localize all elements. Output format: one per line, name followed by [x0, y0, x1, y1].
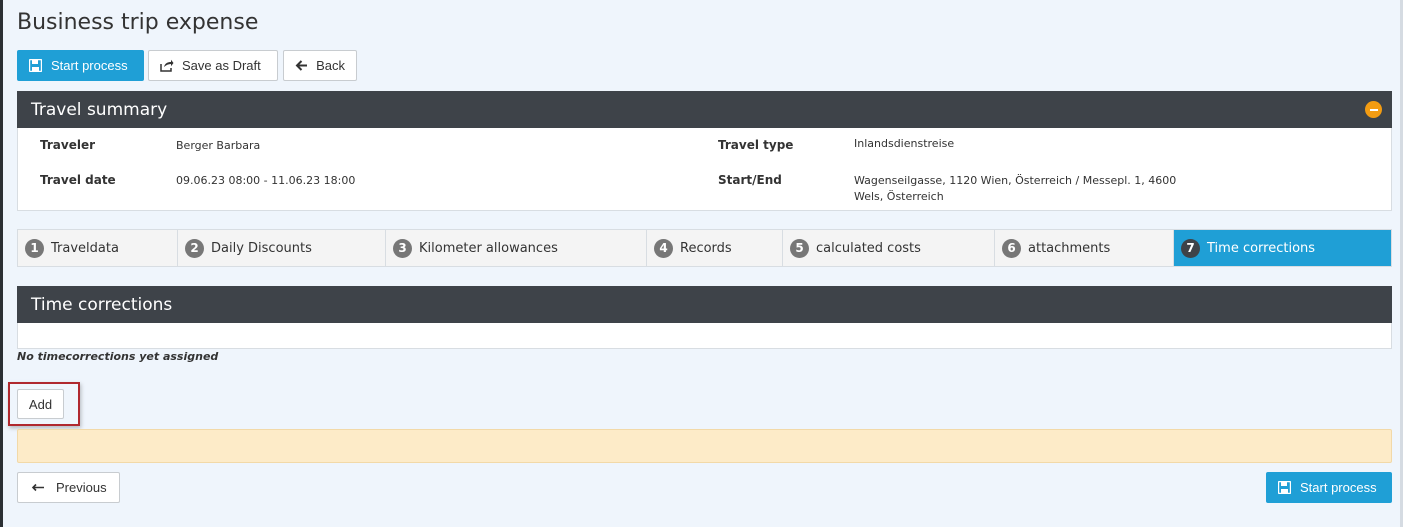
start-process-label: Start process	[1300, 480, 1377, 495]
start-process-label: Start process	[51, 58, 128, 73]
collapse-icon[interactable]	[1365, 101, 1382, 118]
step-number: 6	[1002, 238, 1021, 258]
step-label: Records	[680, 240, 732, 256]
traveler-value: Berger Barbara	[176, 139, 261, 152]
travel-type-value: Inlandsdienstreise	[854, 137, 955, 150]
start-process-button-bottom[interactable]: Start process	[1266, 472, 1392, 503]
travel-date-label: Travel date	[40, 173, 116, 187]
window-edge-left	[0, 0, 3, 527]
empty-message: No timecorrections yet assigned	[17, 350, 219, 363]
time-corrections-body	[17, 323, 1392, 349]
step-number: 5	[790, 238, 809, 258]
traveler-label: Traveler	[40, 138, 96, 152]
start-end-value-line2: Wels, Österreich	[854, 190, 944, 203]
tab-time-corrections[interactable]: 7 Time corrections	[1174, 230, 1391, 266]
step-label: calculated costs	[816, 240, 921, 256]
travel-date-value: 09.06.23 08:00 - 11.06.23 18:00	[176, 174, 356, 187]
page-title: Business trip expense	[17, 10, 259, 35]
arrow-left-icon	[295, 59, 308, 73]
tab-records[interactable]: 4 Records	[647, 230, 783, 266]
start-process-button[interactable]: Start process	[17, 50, 144, 81]
save-draft-label: Save as Draft	[182, 58, 261, 73]
step-label: Time corrections	[1207, 240, 1316, 256]
back-button[interactable]: Back	[283, 50, 357, 81]
share-icon	[160, 59, 174, 73]
back-label: Back	[316, 58, 345, 73]
step-label: attachments	[1028, 240, 1111, 256]
save-draft-button[interactable]: Save as Draft	[148, 50, 278, 81]
step-number: 4	[654, 238, 673, 258]
tab-traveldata[interactable]: 1 Traveldata	[18, 230, 178, 266]
step-number: 1	[25, 238, 44, 258]
save-icon	[29, 58, 43, 73]
save-icon	[1278, 480, 1292, 495]
step-number: 7	[1181, 238, 1200, 258]
step-number: 2	[185, 238, 204, 258]
time-corrections-header: Time corrections	[17, 286, 1392, 323]
tab-daily-discounts[interactable]: 2 Daily Discounts	[178, 230, 386, 266]
tab-kilometer-allowances[interactable]: 3 Kilometer allowances	[386, 230, 647, 266]
travel-summary-header: Travel summary	[17, 91, 1392, 128]
step-number: 3	[393, 238, 412, 258]
time-corrections-title: Time corrections	[31, 294, 173, 315]
wizard-steps: 1 Traveldata 2 Daily Discounts 3 Kilomet…	[17, 229, 1392, 267]
previous-label: Previous	[56, 480, 107, 495]
add-label: Add	[28, 396, 53, 412]
warning-alert	[17, 429, 1392, 463]
travel-type-label: Travel type	[718, 138, 794, 152]
arrow-left-icon	[31, 481, 45, 495]
start-end-label: Start/End	[718, 173, 782, 187]
travel-summary-title: Travel summary	[31, 99, 168, 120]
add-button[interactable]: Add	[17, 389, 64, 419]
step-label: Daily Discounts	[211, 240, 312, 256]
tab-attachments[interactable]: 6 attachments	[995, 230, 1174, 266]
previous-button[interactable]: Previous	[17, 472, 120, 503]
travel-summary-body: Traveler Berger Barbara Travel date 09.0…	[17, 128, 1392, 211]
tab-calculated-costs[interactable]: 5 calculated costs	[783, 230, 995, 266]
step-label: Kilometer allowances	[419, 240, 558, 256]
step-label: Traveldata	[51, 240, 119, 256]
start-end-value-line1: Wagenseilgasse, 1120 Wien, Österreich / …	[854, 174, 1177, 187]
